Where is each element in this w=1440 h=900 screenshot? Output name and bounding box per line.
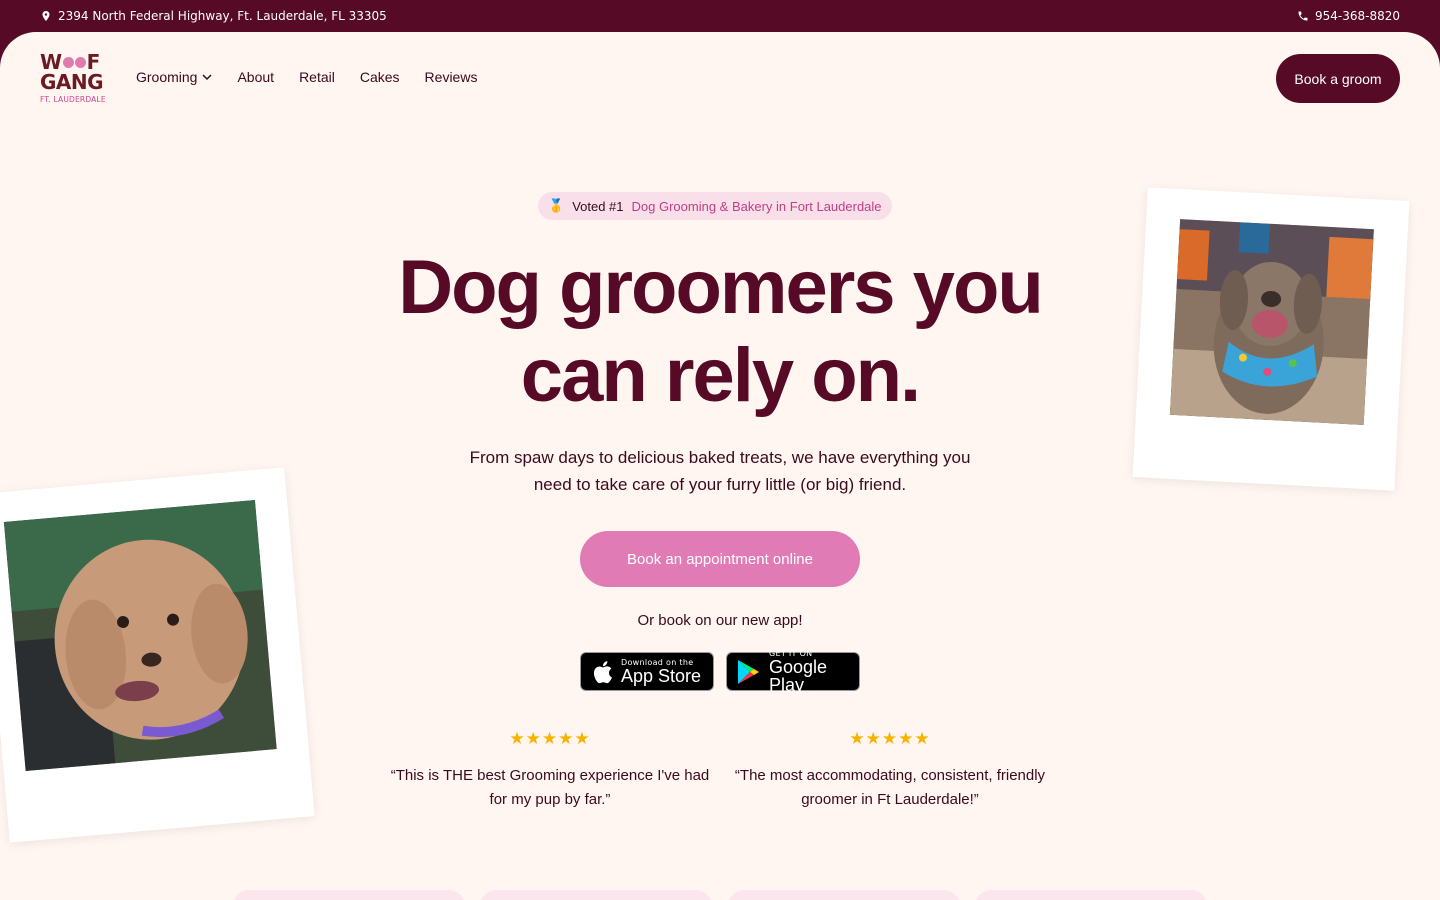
voted-number-one-badge: 🥇 Voted #1 Dog Grooming & Bakery in Fort…: [538, 192, 892, 220]
service-card[interactable]: [233, 890, 465, 900]
nav-grooming[interactable]: Grooming: [136, 69, 212, 85]
site-header: W F GANG FT. LAUDERDALE Grooming About R…: [0, 32, 1440, 124]
star-rating: ★★★★★: [509, 729, 591, 749]
main-content: W F GANG FT. LAUDERDALE Grooming About R…: [0, 32, 1440, 900]
top-info-bar: 2394 North Federal Highway, Ft. Lauderda…: [0, 0, 1440, 32]
phone-icon: [1298, 11, 1308, 21]
star-rating: ★★★★★: [849, 729, 931, 749]
main-nav: Grooming About Retail Cakes Reviews: [136, 69, 477, 85]
phone-number: 954-368-8820: [1314, 9, 1400, 23]
hero-subtitle: From spaw days to delicious baked treats…: [469, 448, 971, 494]
google-play-icon: [738, 659, 759, 684]
service-card[interactable]: [480, 890, 712, 900]
nav-reviews[interactable]: Reviews: [425, 69, 478, 85]
phone[interactable]: 954-368-8820: [1297, 9, 1400, 23]
chevron-down-icon: [202, 74, 212, 81]
app-store-button[interactable]: Download on the App Store: [580, 652, 714, 691]
location-pin-icon: [42, 11, 50, 21]
poodle-dog-photo: [3, 500, 277, 772]
apple-icon: [593, 660, 612, 683]
address[interactable]: 2394 North Federal Highway, Ft. Lauderda…: [40, 9, 387, 23]
app-prompt-text: Or book on our new app!: [637, 612, 803, 629]
paw-icon: [62, 56, 86, 68]
hero-title: Dog groomers you can rely on.: [398, 245, 1044, 418]
woof-gang-logo[interactable]: W F GANG FT. LAUDERDALE: [40, 52, 106, 104]
review-quote: “This is THE best Grooming experience I'…: [390, 767, 710, 808]
service-card[interactable]: [975, 890, 1207, 900]
book-a-groom-button[interactable]: Book a groom: [1276, 54, 1400, 103]
review-card: ★★★★★ “This is THE best Grooming experie…: [390, 730, 710, 812]
dog-photo-polaroid-left: [0, 467, 315, 843]
medal-icon: 🥇: [548, 198, 565, 213]
service-card[interactable]: [728, 890, 960, 900]
google-play-button[interactable]: GET IT ON Google Play: [726, 649, 860, 694]
review-card: ★★★★★ “The most accommodating, consisten…: [730, 730, 1050, 812]
nav-retail[interactable]: Retail: [299, 69, 335, 85]
address-text: 2394 North Federal Highway, Ft. Lauderda…: [58, 9, 387, 23]
nav-cakes[interactable]: Cakes: [360, 69, 400, 85]
book-appointment-button[interactable]: Book an appointment online: [580, 531, 860, 587]
nav-about[interactable]: About: [237, 69, 274, 85]
review-quote: “The most accommodating, consistent, fri…: [734, 767, 1046, 808]
